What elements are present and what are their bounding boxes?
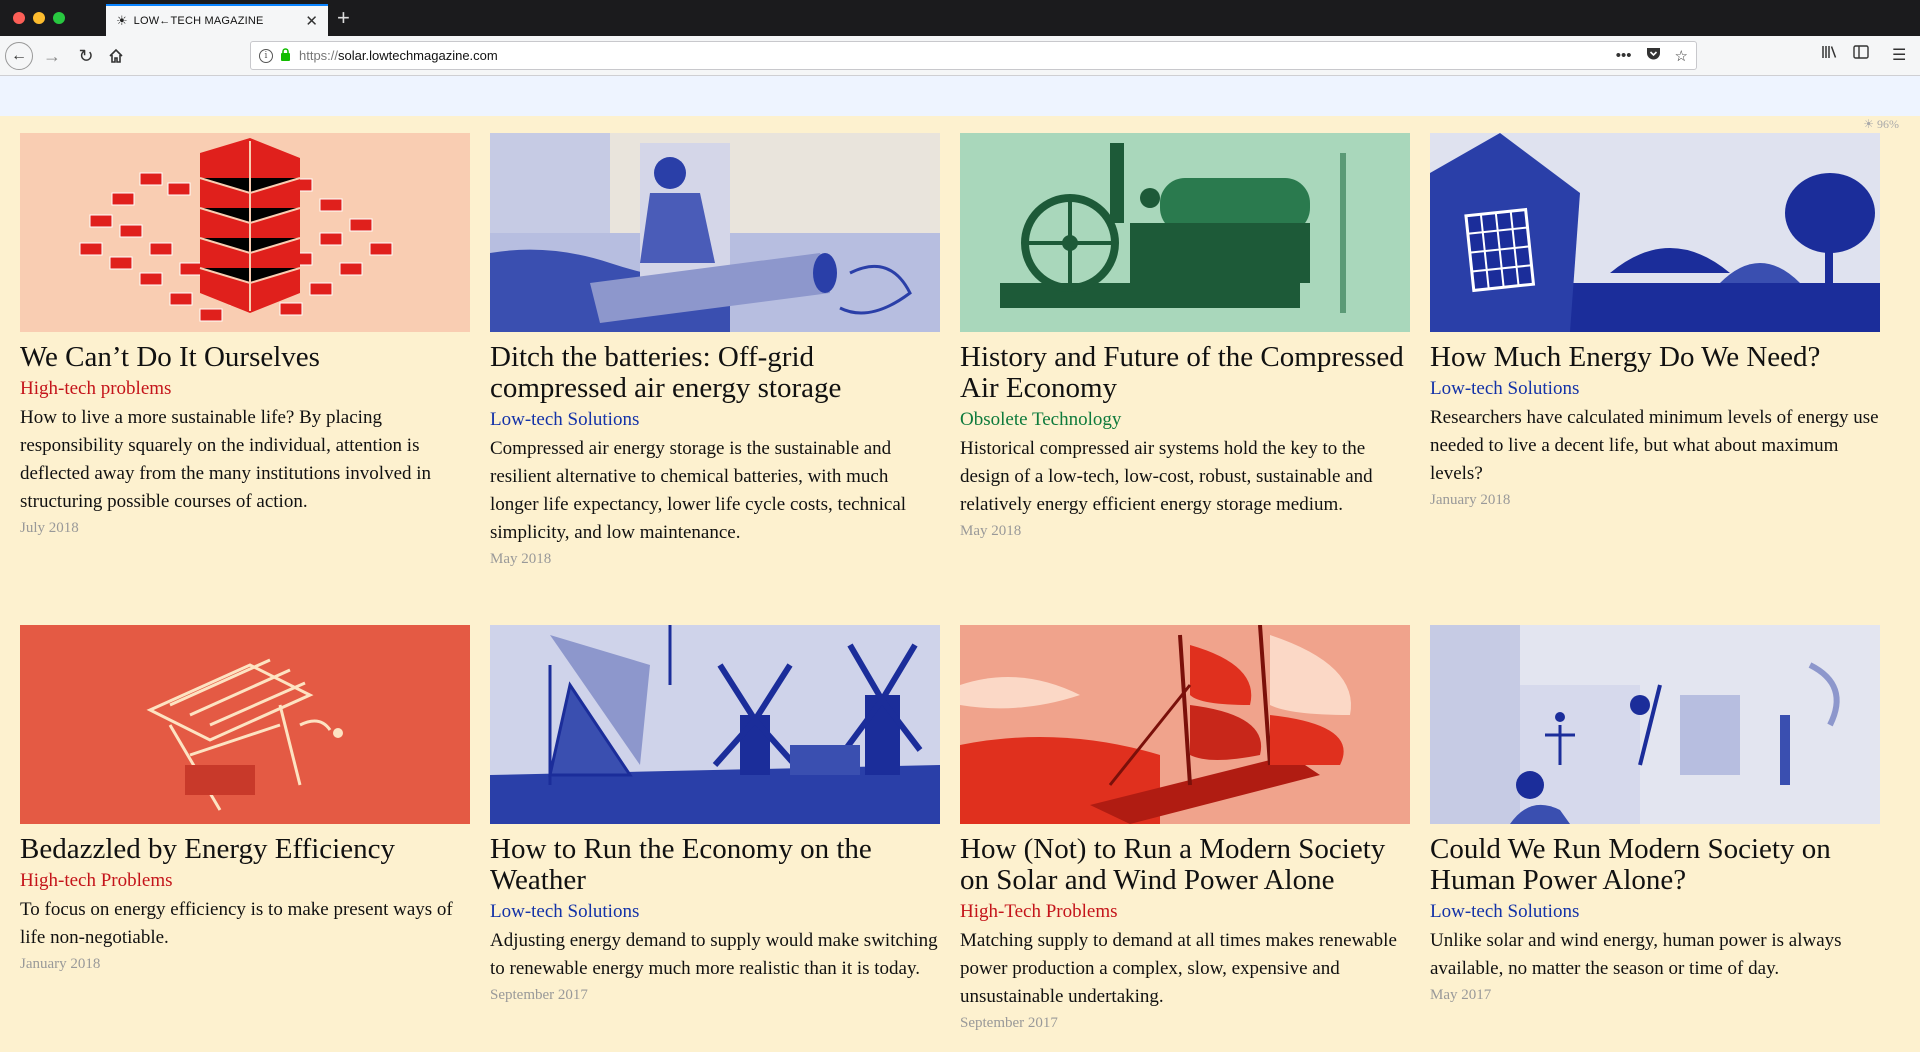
tab-active[interactable]: ☀ LOW←TECH MAGAZINE ✕ (106, 4, 328, 36)
article-date: May 2018 (960, 523, 1022, 539)
tab-title: LOW←TECH MAGAZINE (133, 15, 264, 27)
article-thumbnail-drying-rack[interactable] (20, 625, 470, 824)
pocket-icon[interactable] (1646, 47, 1661, 65)
article-title[interactable]: How Much Energy Do We Need? (1430, 342, 1880, 373)
article-card[interactable]: Bedazzled by Energy Efficiency High-tech… (20, 625, 470, 973)
navigation-bar: ← → ↻ i https://solar.lowtechmagazine.co… (0, 36, 1920, 76)
article-date: September 2017 (960, 1015, 1058, 1031)
minimize-window-button[interactable] (33, 12, 45, 24)
article-card[interactable]: We Can’t Do It Ourselves High-tech probl… (20, 133, 470, 537)
bookmarks-strip (0, 76, 1920, 116)
close-tab-icon[interactable]: ✕ (305, 12, 318, 30)
article-card[interactable]: How Much Energy Do We Need? Low-tech Sol… (1430, 133, 1880, 509)
article-description: Unlike solar and wind energy, human powe… (1430, 930, 1842, 979)
article-category[interactable]: High-tech Problems (20, 865, 470, 896)
article-title[interactable]: Bedazzled by Energy Efficiency (20, 834, 470, 865)
url-host: solar.lowtechmagazine.com (338, 48, 498, 63)
article-category[interactable]: Low-tech Solutions (1430, 373, 1880, 404)
article-description: To focus on energy efficiency is to make… (20, 899, 453, 948)
article-category[interactable]: Low-tech Solutions (490, 896, 940, 927)
new-tab-icon[interactable]: + (337, 4, 350, 32)
article-category[interactable]: High-Tech Problems (960, 896, 1410, 927)
article-card[interactable]: How (Not) to Run a Modern Society on Sol… (960, 625, 1410, 1032)
url-text[interactable]: https://solar.lowtechmagazine.com (299, 48, 1602, 63)
article-thumbnail-windmills[interactable] (490, 625, 940, 824)
sidebar-icon[interactable] (1853, 45, 1869, 64)
article-category[interactable]: Obsolete Technology (960, 404, 1410, 435)
article-title[interactable]: How to Run the Economy on the Weather (490, 834, 940, 896)
forward-icon[interactable]: → (40, 44, 64, 68)
sun-icon: ☀ (116, 13, 128, 28)
article-thumbnail-human-power[interactable] (1430, 625, 1880, 824)
article-description: How to live a more sustainable life? By … (20, 407, 432, 512)
article-description: Researchers have calculated minimum leve… (1430, 407, 1879, 484)
article-category[interactable]: Low-tech Solutions (1430, 896, 1880, 927)
article-date: September 2017 (490, 987, 588, 1003)
maximize-window-button[interactable] (53, 12, 65, 24)
reload-icon[interactable]: ↻ (74, 44, 98, 68)
bookmark-star-icon[interactable]: ☆ (1675, 47, 1688, 65)
article-title[interactable]: History and Future of the Compressed Air… (960, 342, 1410, 404)
article-thumbnail-engine[interactable] (960, 133, 1410, 332)
article-date: July 2018 (20, 520, 79, 536)
lock-icon[interactable] (280, 47, 291, 64)
sun-icon: ☀ (1863, 117, 1874, 131)
back-icon[interactable]: ← (5, 42, 33, 70)
article-category[interactable]: High-tech problems (20, 373, 470, 404)
menu-icon[interactable]: ☰ (1892, 45, 1906, 65)
article-thumbnail-city[interactable] (20, 133, 470, 332)
url-bar[interactable]: i https://solar.lowtechmagazine.com ••• … (250, 41, 1697, 70)
info-icon[interactable]: i (259, 48, 273, 63)
close-window-button[interactable] (13, 12, 25, 24)
article-category[interactable]: Low-tech Solutions (490, 404, 940, 435)
article-description: Compressed air energy storage is the sus… (490, 438, 907, 543)
article-description: Historical compressed air systems hold t… (960, 438, 1373, 515)
article-card[interactable]: Ditch the batteries: Off-grid compressed… (490, 133, 940, 568)
url-scheme: https:// (299, 48, 339, 63)
article-description: Matching supply to demand at all times m… (960, 930, 1397, 1007)
article-title[interactable]: Could We Run Modern Society on Human Pow… (1430, 834, 1880, 896)
article-card[interactable]: Could We Run Modern Society on Human Pow… (1430, 625, 1880, 1004)
article-thumbnail-ship[interactable] (960, 625, 1410, 824)
article-description: Adjusting energy demand to supply would … (490, 930, 938, 979)
article-card[interactable]: How to Run the Economy on the Weather Lo… (490, 625, 940, 1004)
article-date: May 2018 (490, 551, 552, 567)
more-actions-icon[interactable]: ••• (1616, 47, 1632, 64)
home-icon[interactable] (104, 44, 128, 68)
article-date: January 2018 (20, 956, 101, 972)
article-title[interactable]: We Can’t Do It Ourselves (20, 342, 470, 373)
article-title[interactable]: Ditch the batteries: Off-grid compressed… (490, 342, 940, 404)
article-date: May 2017 (1430, 987, 1492, 1003)
article-thumbnail-solar-hut[interactable] (1430, 133, 1880, 332)
tab-bar: ☀ LOW←TECH MAGAZINE ✕ + (0, 0, 1920, 36)
article-thumbnail-compressed-air[interactable] (490, 133, 940, 332)
article-date: January 2018 (1430, 492, 1511, 508)
battery-indicator: ☀ 96% (1863, 117, 1899, 132)
article-title[interactable]: How (Not) to Run a Modern Society on Sol… (960, 834, 1410, 896)
library-icon[interactable] (1822, 45, 1838, 64)
battery-level: 96% (1877, 117, 1899, 131)
article-card[interactable]: History and Future of the Compressed Air… (960, 133, 1410, 540)
